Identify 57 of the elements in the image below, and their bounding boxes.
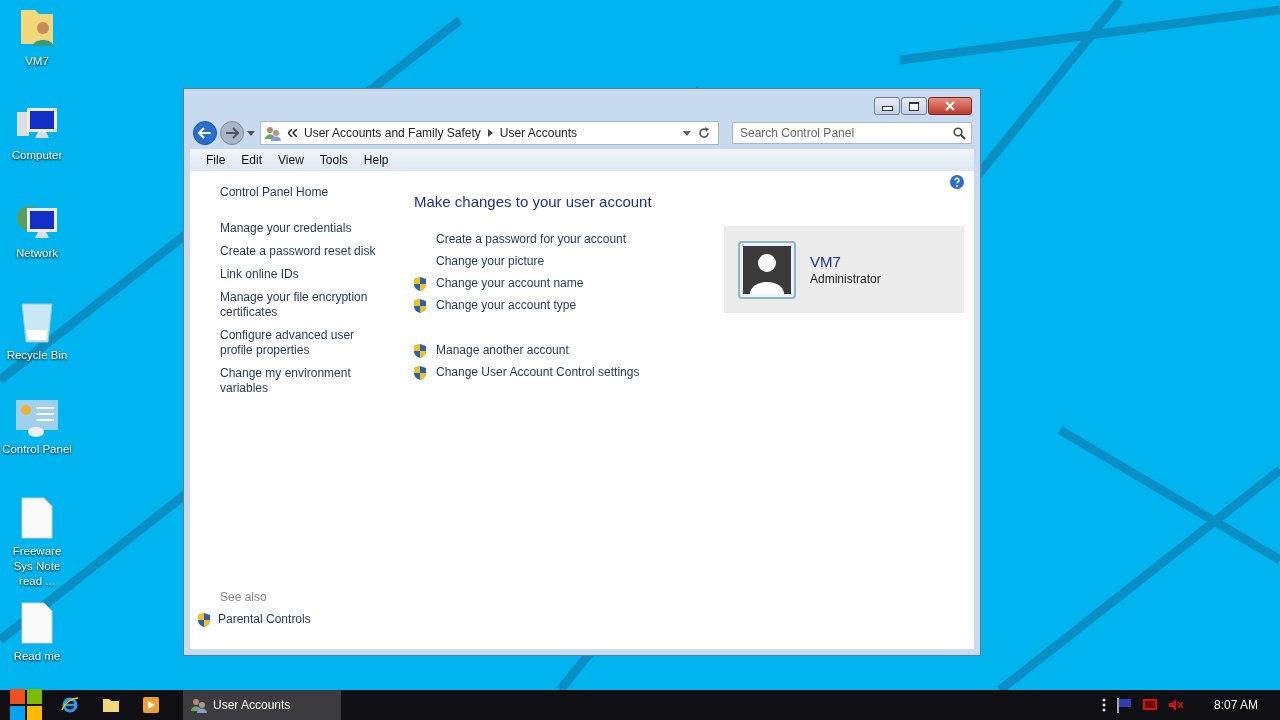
minimize-button[interactable] [874,97,900,115]
sidebar-link[interactable]: Change my environment variables [220,366,380,396]
menu-item[interactable]: View [270,151,312,169]
menu-item[interactable]: Edit [233,151,271,169]
back-arrow-icon [198,127,212,139]
users-icon [265,125,281,141]
account-name: VM7 [810,253,842,270]
sidebar-link[interactable]: Manage your credentials [220,221,380,236]
sidebar-link[interactable]: Create a password reset disk [220,244,380,259]
menu-item[interactable]: Tools [311,151,356,169]
breadcrumb-arrow-icon[interactable] [487,129,493,137]
task-link[interactable]: Create a password for your account [436,232,627,247]
task-link[interactable]: Change your picture [436,254,545,269]
menu-item[interactable]: Help [355,151,397,169]
sidebar-link[interactable]: Parental Controls [218,612,311,627]
document-icon[interactable] [20,601,54,645]
breadcrumb[interactable]: User Accounts [499,126,578,140]
forward-button[interactable] [220,121,244,145]
flag-icon[interactable] [1115,697,1132,713]
sidebar-link[interactable]: Control Panel Home [220,185,390,200]
refresh-icon[interactable] [698,127,710,139]
sidebar-link[interactable]: Link online IDs [220,267,380,282]
breadcrumb[interactable]: User Accounts and Family Safety [304,126,481,140]
recycle-bin-icon[interactable] [19,300,55,344]
sidebar-link[interactable]: Configure advanced user profile properties [220,328,380,358]
close-icon [945,101,955,111]
help-icon[interactable] [950,175,964,189]
page-heading: Make changes to your user account [414,193,652,210]
task-link[interactable]: Change your account type [436,298,577,313]
clock[interactable]: 8:07 AM [1213,698,1258,712]
dropdown-icon[interactable] [683,130,691,136]
folder-icon[interactable] [103,698,119,712]
search-field[interactable]: Search Control Panel [732,122,972,144]
back-button[interactable] [193,121,217,145]
overflow-icon[interactable] [1101,698,1106,712]
start-icon[interactable] [10,689,42,720]
history-dropdown-icon[interactable] [247,130,255,136]
forward-arrow-icon [225,127,239,139]
users-icon [191,697,207,713]
media-player-icon[interactable] [143,697,159,713]
close-button[interactable] [928,97,972,115]
browser-icon[interactable] [61,696,79,714]
task-link[interactable]: Change User Account Control settings [436,365,640,380]
menu-item[interactable]: File [198,151,234,169]
maximize-button[interactable] [901,97,927,115]
address-bar[interactable]: User Accounts and Family Safety User Accounts [260,121,719,145]
taskbar-window-button[interactable]: User Accounts [183,690,341,720]
user-avatar-icon [738,240,796,299]
monitor-icon[interactable] [1141,697,1158,713]
task-link[interactable]: Manage another account [436,343,569,358]
search-icon[interactable] [953,127,966,140]
overflow-chevron-icon[interactable] [288,129,297,137]
account-type: Administrator [810,272,881,286]
speaker-icon[interactable] [1167,698,1184,712]
task-link[interactable]: Change your account name [436,276,584,291]
see-also-heading: See also [220,590,268,604]
sidebar-link[interactable]: Manage your file encryption certificates [220,290,380,320]
